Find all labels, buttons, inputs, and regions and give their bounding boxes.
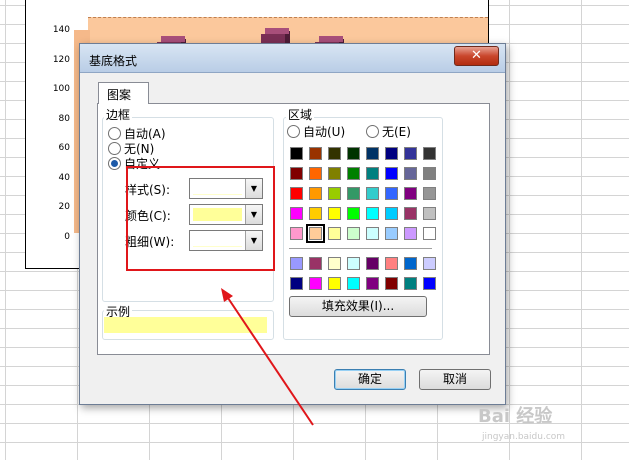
annotation-arrow-icon <box>221 288 314 426</box>
tab-label: 图案 <box>107 88 132 102</box>
tab-patterns[interactable]: 图案 <box>98 82 149 104</box>
watermark: Bai 经验 <box>478 406 553 427</box>
watermark-url: jingyan.baidu.com <box>482 432 566 442</box>
